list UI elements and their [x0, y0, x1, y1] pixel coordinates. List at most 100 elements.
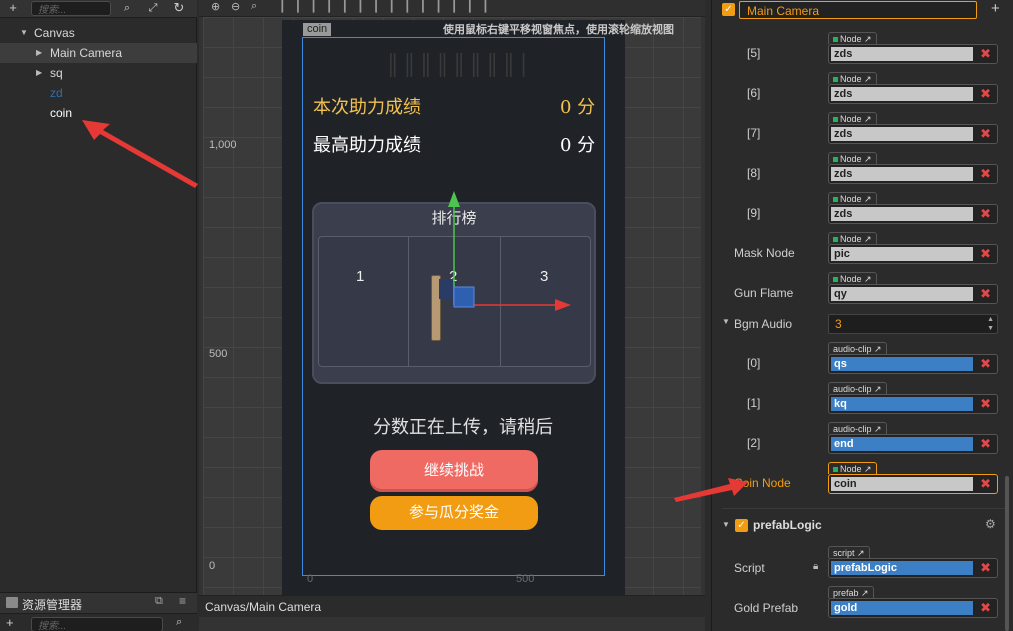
move-gizmo-icon[interactable]	[443, 185, 583, 315]
add-component-icon[interactable]: +	[991, 0, 1000, 17]
tree-item-zd[interactable]: zd	[0, 83, 197, 103]
coin-node-ref-field[interactable]: Node ↗ coin ✖	[828, 462, 998, 496]
zoom-in-icon[interactable]: ⊕	[211, 0, 220, 13]
annotation-arrow-left	[82, 120, 198, 188]
tree-item-sq[interactable]: ▶ sq	[0, 63, 197, 83]
refresh-icon[interactable]: ↻	[172, 0, 186, 16]
expand-icon[interactable]: ⤢	[146, 0, 160, 16]
prop-row-script: Script 🔒︎ script ↗ prefabLogic ✖	[712, 546, 1013, 586]
node-ref-field[interactable]: Node ↗ qy ✖	[828, 272, 998, 306]
node-ref-field[interactable]: Node ↗ zds ✖	[828, 112, 998, 146]
search-icon[interactable]: ⌕	[176, 616, 182, 629]
node-ref-field[interactable]: Node ↗ zds ✖	[828, 152, 998, 186]
component-enabled-checkbox[interactable]: ✓	[735, 519, 748, 532]
annotation-arrow-right	[674, 478, 748, 502]
clear-ref-icon[interactable]: ✖	[980, 475, 991, 493]
zoom-reset-icon[interactable]: ⌕	[251, 0, 257, 13]
inspector-panel: ✓ Main Camera + [5] Node ↗ zds ✖ [6] Node…	[711, 0, 1013, 631]
node-type-icon	[833, 157, 838, 162]
inspector-scrollbar[interactable]	[1005, 476, 1009, 631]
bottom-tick-500: 500	[516, 573, 535, 585]
bgm-count-input[interactable]: 3 ▲ ▼	[828, 314, 998, 334]
node-ref-field[interactable]: Node ↗ zds ✖	[828, 72, 998, 106]
popout-icon[interactable]: ⧉	[155, 595, 163, 608]
clear-ref-icon[interactable]: ✖	[980, 245, 991, 263]
clear-ref-icon[interactable]: ✖	[980, 45, 991, 63]
clear-ref-icon[interactable]: ✖	[980, 559, 991, 577]
prop-row-bgm-audio: ▼ Bgm Audio 3 ▲ ▼	[712, 313, 1013, 335]
scene-toolbar: ⊕ ⊖ ⌕ ┃┃┃┃┃┃┃┃┃┃┃┃┃┃	[199, 0, 705, 17]
prop-row: [0] audio-clip ↗ qs ✖	[712, 342, 1013, 382]
audio-ref-field[interactable]: audio-clip ↗ kq ✖	[828, 382, 998, 416]
prop-row-coin-node: Coin Node Node ↗ coin ✖	[712, 462, 1013, 502]
align-tools-icon[interactable]: ┃┃┃┃┃┃┃┃┃┃┃┃┃┃	[279, 0, 498, 13]
continue-challenge-button[interactable]: 继续挑战	[370, 450, 538, 492]
tree-item-canvas[interactable]: ▼ Canvas	[0, 23, 197, 43]
node-ref-field[interactable]: Node ↗ zds ✖	[828, 32, 998, 66]
assets-title: 资源管理器	[22, 598, 83, 612]
clear-ref-icon[interactable]: ✖	[980, 355, 991, 373]
axis-label-1000: 1,000	[209, 139, 237, 151]
node-type-icon	[833, 467, 838, 472]
tree-item-main-camera[interactable]: ▶ Main Camera	[0, 43, 197, 63]
hierarchy-search-input[interactable]: 搜索...	[31, 1, 111, 16]
node-type-icon	[833, 117, 838, 122]
prop-row: [7] Node ↗ zds ✖	[712, 112, 1013, 152]
audio-ref-field[interactable]: audio-clip ↗ qs ✖	[828, 342, 998, 376]
component-header[interactable]: ▼ ✓ prefabLogic ⚙	[712, 516, 1013, 536]
divider	[408, 236, 409, 367]
node-type-icon	[833, 237, 838, 242]
expand-arrow-icon[interactable]: ▼	[722, 520, 730, 529]
node-ref-field[interactable]: Node ↗ pic ✖	[828, 232, 998, 266]
prop-row: [5] Node ↗ zds ✖	[712, 32, 1013, 72]
lock-icon: 🔒︎	[813, 561, 819, 572]
collapse-arrow-icon[interactable]: ▶	[36, 43, 42, 63]
node-name-input[interactable]: Main Camera	[739, 1, 977, 19]
node-type-icon	[833, 277, 838, 282]
upload-status-text: 分数正在上传，请稍后	[373, 417, 553, 438]
add-icon[interactable]: +	[6, 0, 20, 16]
best-score-label: 最高助力成绩	[313, 135, 421, 156]
axis-label-0: 0	[209, 560, 216, 572]
clear-ref-icon[interactable]: ✖	[980, 125, 991, 143]
node-type-icon	[833, 37, 838, 42]
assets-search-input[interactable]: 搜索...	[31, 617, 163, 631]
zoom-out-icon[interactable]: ⊖	[231, 0, 240, 13]
axis-label-500: 500	[209, 348, 228, 360]
bottom-tick-0: 0	[307, 573, 314, 585]
clear-ref-icon[interactable]: ✖	[980, 599, 991, 617]
clear-ref-icon[interactable]: ✖	[980, 165, 991, 183]
prop-row-gold-prefab: Gold Prefab prefab ↗ gold ✖	[712, 586, 1013, 626]
selected-node-tag: coin	[303, 23, 332, 36]
scene-breadcrumb: Canvas/Main Camera	[199, 595, 705, 617]
prop-row: [2] audio-clip ↗ end ✖	[712, 422, 1013, 462]
prefab-ref-field[interactable]: prefab ↗ gold ✖	[828, 586, 998, 620]
clear-ref-icon[interactable]: ✖	[980, 435, 991, 453]
menu-icon[interactable]: ≡	[179, 594, 186, 608]
collapse-arrow-icon[interactable]: ▶	[36, 63, 42, 83]
clear-ref-icon[interactable]: ✖	[980, 395, 991, 413]
clear-ref-icon[interactable]: ✖	[980, 205, 991, 223]
expand-arrow-icon[interactable]: ▼	[20, 23, 28, 43]
join-prize-button[interactable]: 参与瓜分奖金	[370, 496, 538, 530]
prop-row: [6] Node ↗ zds ✖	[712, 72, 1013, 112]
current-score-label: 本次助力成绩	[313, 97, 421, 118]
scene-viewport[interactable]: 1,000 500 0 ║║║║║║║║║║ coin 使用鼠标右键平移视窗焦点…	[203, 17, 701, 595]
gear-icon[interactable]: ⚙	[985, 517, 996, 531]
add-asset-icon[interactable]: +	[6, 615, 14, 630]
best-score-value: 0 分	[560, 135, 596, 156]
expand-arrow-icon[interactable]: ▼	[722, 317, 730, 326]
folder-icon	[6, 597, 18, 608]
divider	[722, 508, 1007, 509]
audio-ref-field[interactable]: audio-clip ↗ end ✖	[828, 422, 998, 456]
assets-panel: 资源管理器 ⧉ ≡ + 搜索... ⌕	[0, 592, 197, 631]
stepper-icon[interactable]: ▲ ▼	[987, 315, 994, 333]
node-type-icon	[833, 197, 838, 202]
clear-ref-icon[interactable]: ✖	[980, 285, 991, 303]
script-ref-field[interactable]: script ↗ prefabLogic ✖	[828, 546, 998, 580]
clear-ref-icon[interactable]: ✖	[980, 85, 991, 103]
prop-row-gun-flame: Gun Flame Node ↗ qy ✖	[712, 272, 1013, 312]
node-ref-field[interactable]: Node ↗ zds ✖	[828, 192, 998, 226]
prop-row: [9] Node ↗ zds ✖	[712, 192, 1013, 232]
search-icon[interactable]: ⌕	[120, 0, 134, 16]
